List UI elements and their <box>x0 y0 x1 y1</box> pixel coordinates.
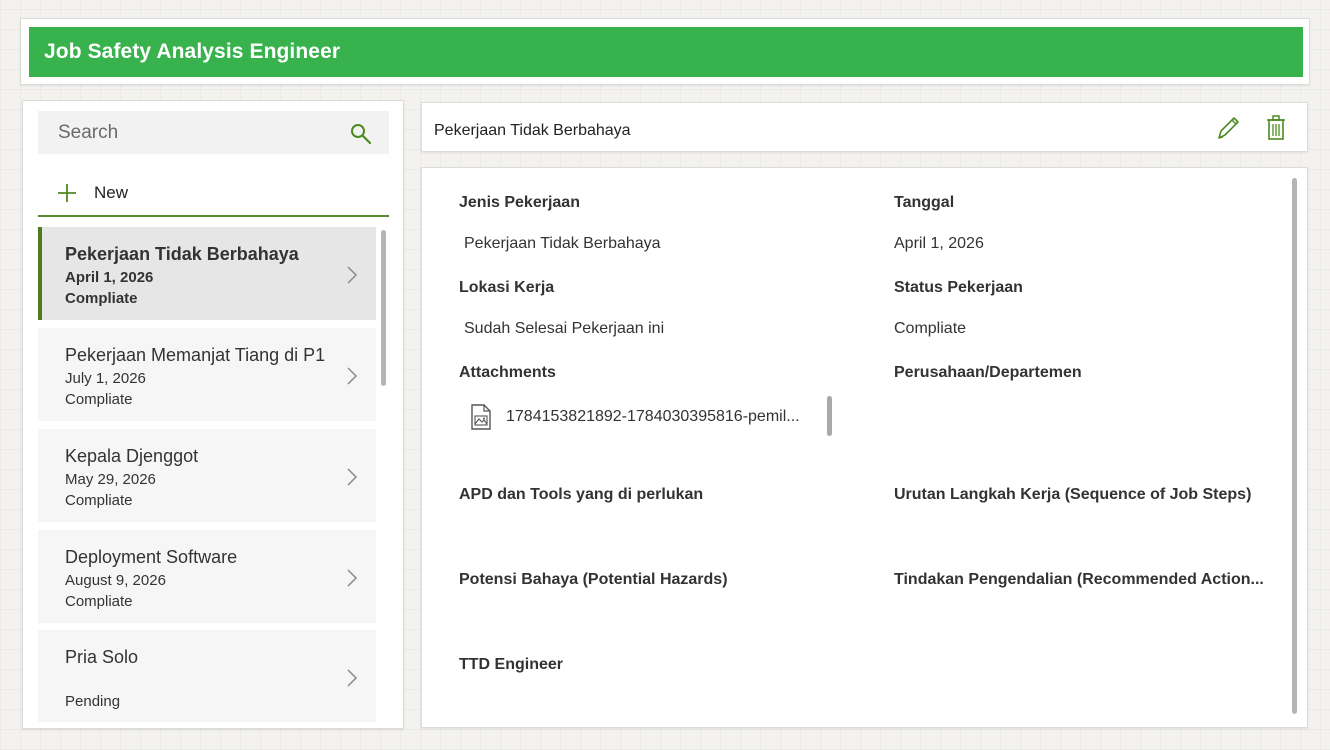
field-label-jenis: Jenis Pekerjaan <box>459 194 580 211</box>
image-file-icon <box>471 404 491 430</box>
item-title: Deployment Software <box>65 547 238 567</box>
chevron-right-icon <box>347 468 358 486</box>
item-date: April 1, 2026 <box>65 269 154 286</box>
search-input[interactable] <box>58 121 328 144</box>
field-label-tanggal: Tanggal <box>894 194 955 211</box>
item-status: Compliate <box>65 391 133 408</box>
item-date: August 9, 2026 <box>65 572 166 589</box>
new-button[interactable]: New <box>38 171 389 217</box>
item-status: Compliate <box>65 492 133 509</box>
list-item[interactable]: Deployment Software August 9, 2026 Compl… <box>38 530 376 623</box>
chevron-right-icon <box>347 367 358 385</box>
trash-icon[interactable] <box>1265 114 1287 142</box>
field-label-lokasi: Lokasi Kerja <box>459 279 555 296</box>
field-value-jenis: Pekerjaan Tidak Berbahaya <box>464 235 661 252</box>
attachment-item[interactable]: 1784153821892-1784030395816-pemil... <box>470 404 800 430</box>
detail-title: Pekerjaan Tidak Berbahaya <box>434 122 631 139</box>
edit-icon[interactable] <box>1215 114 1241 142</box>
item-title: Pekerjaan Memanjat Tiang di P1 <box>65 345 326 365</box>
form-scrollbar[interactable] <box>1292 178 1297 714</box>
field-label-tindakan: Tindakan Pengendalian (Recommended Actio… <box>894 571 1264 588</box>
item-status: Pending <box>65 693 121 710</box>
app-title: Job Safety Analysis Engineer <box>44 40 341 63</box>
field-label-status: Status Pekerjaan <box>894 279 1023 296</box>
field-label-apd: APD dan Tools yang di perlukan <box>459 486 704 503</box>
item-status: Compliate <box>65 290 138 307</box>
item-title: Pekerjaan Tidak Berbahaya <box>65 244 299 264</box>
list-item[interactable]: Kepala Djenggot May 29, 2026 Compliate <box>38 429 376 522</box>
field-label-ttd: TTD Engineer <box>459 656 564 673</box>
field-label-perusahaan: Perusahaan/Departemen <box>894 364 1082 381</box>
field-value-tanggal: April 1, 2026 <box>894 235 984 252</box>
chevron-right-icon <box>347 569 358 587</box>
list-item[interactable]: Pekerjaan Memanjat Tiang di P1 July 1, 2… <box>38 328 376 421</box>
item-status: Compliate <box>65 593 133 610</box>
header-card: Job Safety Analysis Engineer <box>20 18 1310 85</box>
plus-icon <box>58 184 76 202</box>
chevron-right-icon <box>347 266 358 284</box>
record-list: Pekerjaan Tidak Berbahaya April 1, 2026 … <box>38 227 389 722</box>
field-label-attachments: Attachments <box>459 364 556 381</box>
list-scrollbar[interactable] <box>381 230 386 386</box>
search-box <box>38 111 389 154</box>
detail-header: Pekerjaan Tidak Berbahaya <box>421 102 1308 152</box>
field-label-potensi: Potensi Bahaya (Potential Hazards) <box>459 571 728 588</box>
title-bar: Job Safety Analysis Engineer <box>29 27 1303 77</box>
field-label-urutan: Urutan Langkah Kerja (Sequence of Job St… <box>894 486 1252 503</box>
new-label: New <box>94 183 129 202</box>
sidebar: New Pekerjaan Tidak Berbahaya April 1, 2… <box>22 100 404 729</box>
chevron-right-icon <box>347 669 358 687</box>
item-date: May 29, 2026 <box>65 471 156 488</box>
field-value-status: Compliate <box>894 320 967 337</box>
field-value-lokasi: Sudah Selesai Pekerjaan ini <box>464 320 665 337</box>
attachment-name: 1784153821892-1784030395816-pemil... <box>506 408 800 425</box>
detail-form: Jenis Pekerjaan Pekerjaan Tidak Berbahay… <box>421 167 1308 728</box>
item-title: Pria Solo <box>65 647 139 667</box>
list-item[interactable]: Pria Solo Pending <box>38 630 376 722</box>
item-title: Kepala Djenggot <box>65 446 199 466</box>
item-date: July 1, 2026 <box>65 370 146 387</box>
list-item[interactable]: Pekerjaan Tidak Berbahaya April 1, 2026 … <box>38 227 376 320</box>
attachments-scrollbar[interactable] <box>827 396 832 436</box>
search-icon[interactable] <box>349 122 373 146</box>
